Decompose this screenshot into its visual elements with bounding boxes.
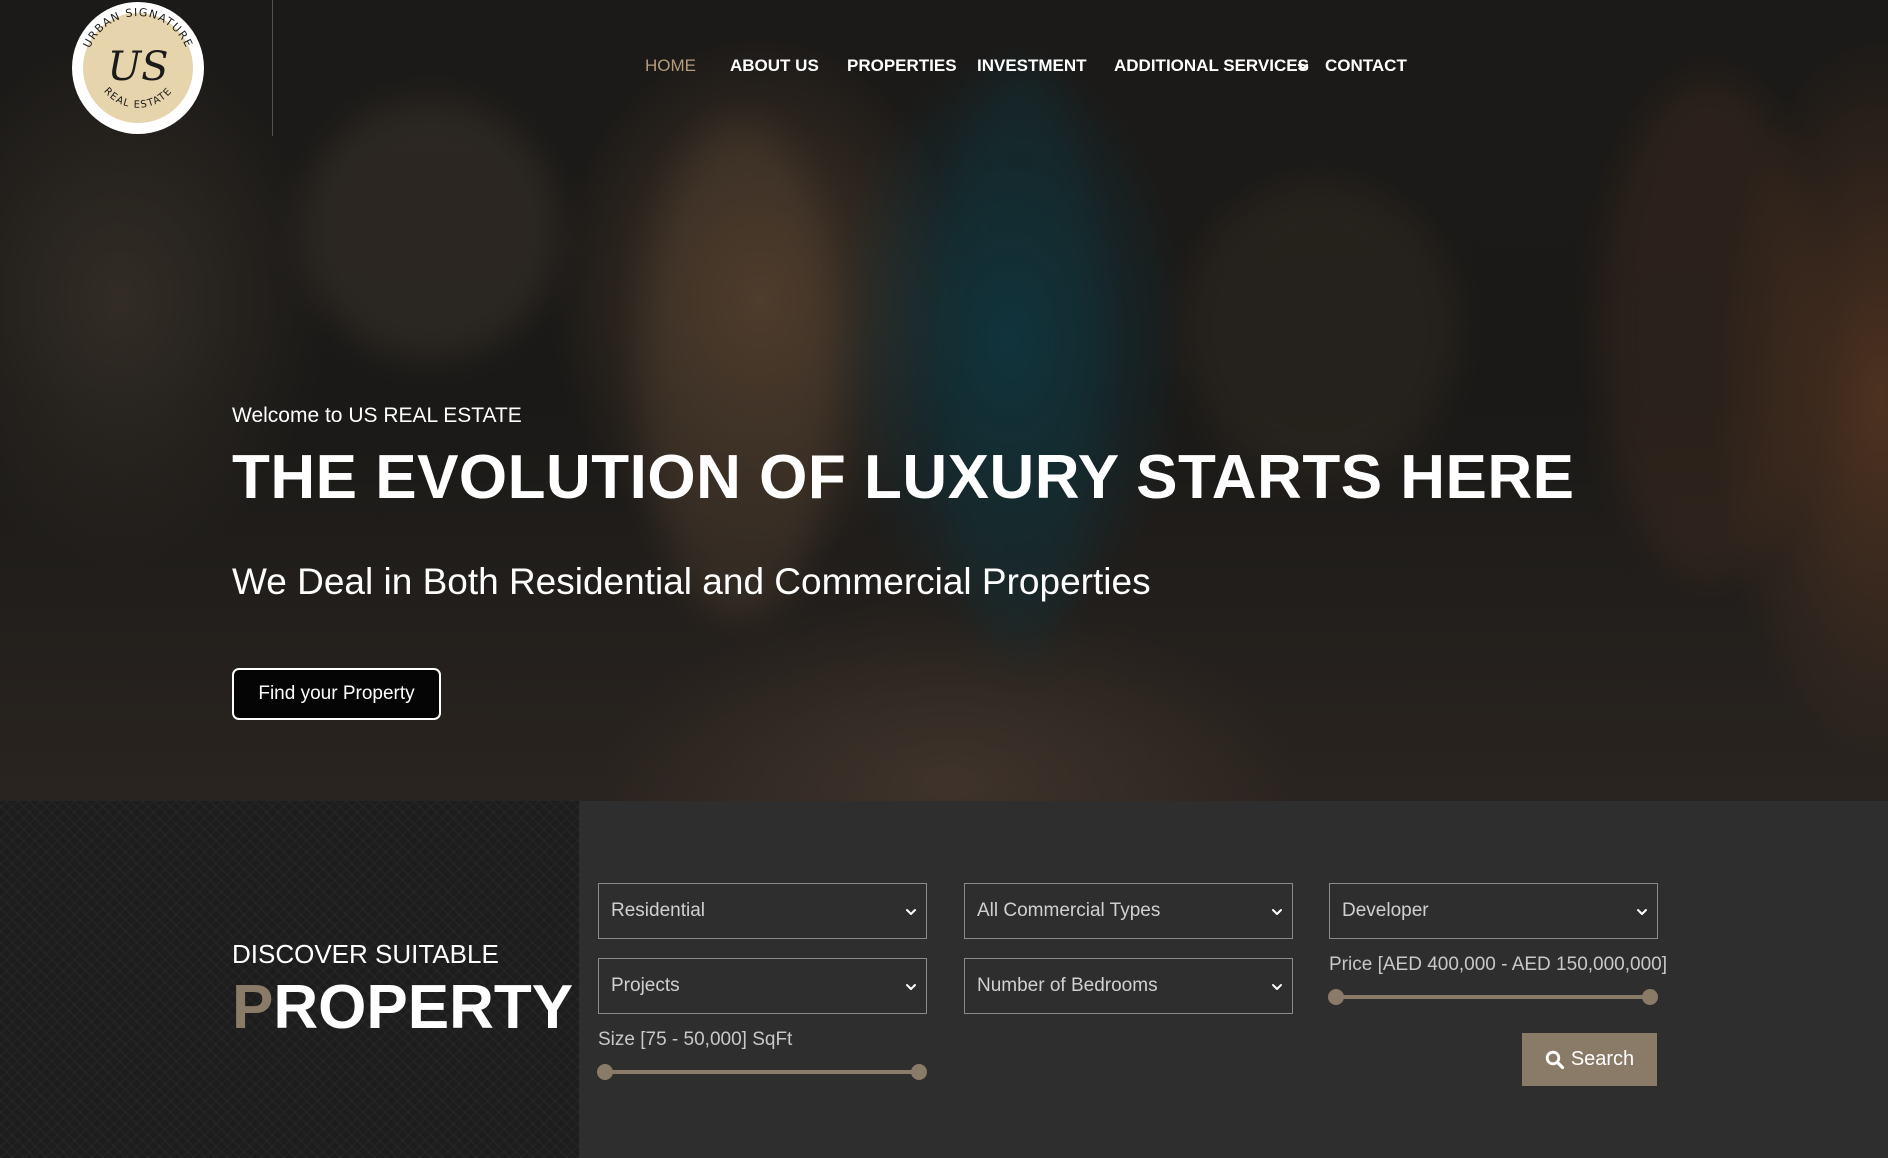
hero-subheadline: We Deal in Both Residential and Commerci… <box>232 561 1151 602</box>
logo[interactable]: URBAN SIGNATURE REAL ESTATE US <box>72 2 204 134</box>
hero-background-blur <box>640 120 840 620</box>
search-title: PROPERTY <box>232 972 573 1043</box>
logo-monogram: US <box>107 44 168 90</box>
nav-home[interactable]: HOME <box>645 56 696 76</box>
property-category-value: Residential <box>611 900 705 921</box>
chevron-down-icon <box>906 909 916 915</box>
bedrooms-value: Number of Bedrooms <box>977 975 1158 996</box>
size-range-min-handle[interactable] <box>597 1064 613 1080</box>
chevron-down-icon <box>1272 984 1282 990</box>
find-property-button[interactable]: Find your Property <box>232 668 441 720</box>
header-divider <box>272 0 273 136</box>
nav-contact[interactable]: CONTACT <box>1325 56 1407 76</box>
projects-select[interactable]: Projects <box>598 958 927 1014</box>
size-range-max-handle[interactable] <box>911 1064 927 1080</box>
logo-emblem: URBAN SIGNATURE REAL ESTATE US <box>81 6 195 111</box>
size-range-track[interactable] <box>605 1070 919 1074</box>
commercial-type-select[interactable]: All Commercial Types <box>964 883 1293 939</box>
chevron-down-icon <box>1637 909 1647 915</box>
price-range-track[interactable] <box>1336 995 1650 999</box>
chevron-down-icon <box>906 984 916 990</box>
hero-background-blur <box>1180 180 1460 480</box>
developer-value: Developer <box>1342 900 1429 921</box>
nav-properties[interactable]: PROPERTIES <box>847 56 957 76</box>
hero-background-blur <box>1600 80 1820 580</box>
search-button[interactable]: Search <box>1522 1033 1657 1086</box>
price-range-min-handle[interactable] <box>1328 989 1344 1005</box>
chevron-down-icon <box>1272 909 1282 915</box>
bedrooms-select[interactable]: Number of Bedrooms <box>964 958 1293 1014</box>
price-range-max-handle[interactable] <box>1642 989 1658 1005</box>
price-range-label: Price [AED 400,000 - AED 150,000,000] <box>1329 954 1667 975</box>
chevron-down-icon[interactable] <box>1296 60 1310 74</box>
hero-background-blur <box>300 100 560 360</box>
nav-about-us[interactable]: ABOUT US <box>730 56 819 76</box>
size-range-label: Size [75 - 50,000] SqFt <box>598 1029 793 1050</box>
find-property-label: Find your Property <box>258 683 415 704</box>
search-title-rest: ROPERTY <box>273 973 574 1042</box>
property-category-select[interactable]: Residential <box>598 883 927 939</box>
search-icon <box>1545 1050 1564 1069</box>
hero-headline: THE EVOLUTION OF LUXURY STARTS HERE <box>232 443 1575 512</box>
nav-investment[interactable]: INVESTMENT <box>977 56 1087 76</box>
commercial-type-value: All Commercial Types <box>977 900 1161 921</box>
projects-value: Projects <box>611 975 680 996</box>
search-button-label: Search <box>1570 1048 1635 1070</box>
hero-welcome: Welcome to US REAL ESTATE <box>232 404 522 427</box>
search-title-top: DISCOVER SUITABLE <box>232 939 499 969</box>
developer-select[interactable]: Developer <box>1329 883 1658 939</box>
nav-additional-services[interactable]: ADDITIONAL SERVICES <box>1114 56 1309 76</box>
search-title-first-letter: P <box>232 973 274 1042</box>
